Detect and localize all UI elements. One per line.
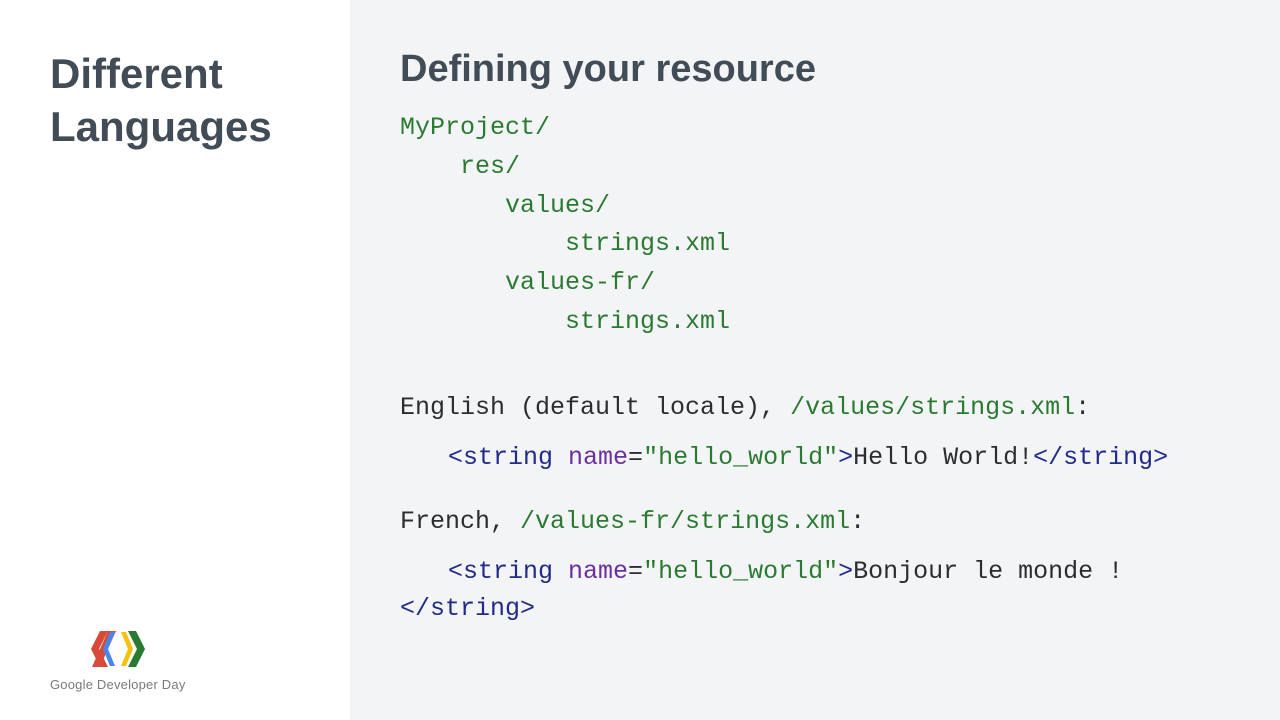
en-attr-val: "hello_world" <box>643 443 838 472</box>
fr-tag-open-gt: > <box>838 557 853 586</box>
fr-tag-close: </string> <box>400 594 535 623</box>
sidebar-title-line1: Different <box>50 50 223 97</box>
french-label-path: /values-fr/strings.xml <box>520 507 850 536</box>
english-label-prefix: English (default locale), <box>400 393 790 422</box>
directory-tree: MyProject/ res/ values/ strings.xml valu… <box>400 109 1240 342</box>
fr-attr-name: name <box>553 557 628 586</box>
tree-line-2a: values/ <box>505 191 610 220</box>
french-label-prefix: French, <box>400 507 520 536</box>
french-label: French, /values-fr/strings.xml: <box>400 504 1240 540</box>
english-snippet: English (default locale), /values/string… <box>400 390 1240 627</box>
tree-line-0: MyProject/ <box>400 113 550 142</box>
fr-tag-open-lt: < <box>448 557 463 586</box>
fr-attr-eq: = <box>628 557 643 586</box>
en-tag-open-lt: < <box>448 443 463 472</box>
english-label: English (default locale), /values/string… <box>400 390 1240 426</box>
fr-tag-name: string <box>463 557 553 586</box>
english-label-suffix: : <box>1075 393 1090 422</box>
main-content: Defining your resource MyProject/ res/ v… <box>350 0 1280 720</box>
sidebar-title: Different Languages <box>50 48 320 153</box>
tree-line-3a: strings.xml <box>565 229 730 258</box>
sidebar: Different Languages Google Developer Day <box>0 0 350 720</box>
en-attr-name: name <box>553 443 628 472</box>
fr-content: Bonjour le monde ! <box>853 557 1123 586</box>
en-tag-name: string <box>463 443 553 472</box>
en-tag-close: </string> <box>1033 443 1168 472</box>
french-xml: <string name="hello_world">Bonjour le mo… <box>400 554 1240 627</box>
en-content: Hello World! <box>853 443 1033 472</box>
logo-caption: Google Developer Day <box>50 677 186 692</box>
tree-line-3b: strings.xml <box>565 307 730 336</box>
main-title: Defining your resource <box>400 48 1240 91</box>
english-label-path: /values/strings.xml <box>790 393 1075 422</box>
logo-block: Google Developer Day <box>50 629 186 692</box>
english-xml: <string name="hello_world">Hello World!<… <box>400 440 1240 476</box>
french-label-suffix: : <box>850 507 865 536</box>
fr-attr-val: "hello_world" <box>643 557 838 586</box>
tree-line-1: res/ <box>460 152 520 181</box>
developer-day-logo-icon <box>88 629 148 669</box>
en-tag-open-gt: > <box>838 443 853 472</box>
tree-line-2b: values-fr/ <box>505 268 655 297</box>
en-attr-eq: = <box>628 443 643 472</box>
sidebar-title-line2: Languages <box>50 103 272 150</box>
